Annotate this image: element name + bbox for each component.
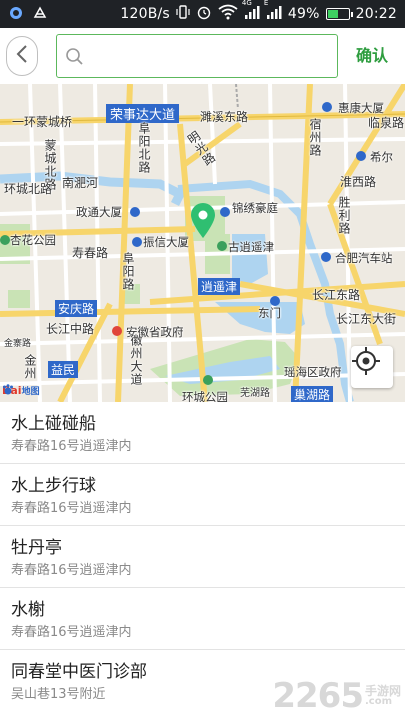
map-label: 芜湖路 (240, 388, 270, 399)
result-address: 寿春路16号逍遥津内 (11, 625, 132, 640)
status-right: 120B/s 4G E 49% 20:22 (120, 0, 397, 24)
result-address: 寿春路16号逍遥津内 (11, 439, 132, 454)
result-name: 牡丹亭 (11, 538, 62, 558)
map-label: 政通大厦 (76, 205, 122, 219)
watermark-en: .com (364, 696, 393, 707)
result-name: 水榭 (11, 600, 45, 620)
logo-text: 地图 (21, 387, 40, 397)
result-address: 吴山巷13号附近 (11, 687, 106, 702)
map-label: 宿州路 (308, 118, 322, 157)
vibrate-icon (176, 4, 190, 24)
map-label: 锦绣豪庭 (232, 201, 278, 215)
result-name: 水上步行球 (11, 476, 96, 496)
map-label: 临泉路 (368, 116, 405, 130)
watermark: 2265 手游网 .com (272, 676, 401, 716)
network-type-label: 4G (241, 0, 252, 7)
search-box[interactable] (56, 34, 338, 78)
map-label: 巢湖路 (291, 386, 334, 402)
poi-marker (203, 375, 213, 385)
map-label: 古逍遥津 (228, 240, 274, 254)
result-address: 寿春路16号逍遥津内 (11, 563, 132, 578)
map-label: 徽州大道 (129, 334, 143, 386)
net-speed: 120B/s (120, 6, 170, 22)
status-left (8, 5, 48, 25)
map-label: 淮西路 (340, 175, 377, 189)
battery-fill (327, 10, 338, 18)
map-label: 长江中路 (46, 322, 95, 336)
map-label: 一环蒙城桥 (12, 115, 73, 129)
poi-marker (220, 207, 230, 217)
chevron-left-icon (15, 44, 29, 68)
signal-icon: 4G (242, 0, 260, 24)
map-label: 阜阳北路 (137, 122, 151, 174)
map-label: 瑶海区政府 (284, 365, 342, 379)
map-label: 长江东大街 (336, 312, 397, 326)
battery-icon (325, 8, 353, 20)
search-icon (65, 47, 85, 71)
result-name: 水上碰碰船 (11, 414, 96, 434)
map-canvas (0, 84, 405, 402)
result-name: 同春堂中医门诊部 (11, 662, 147, 682)
battery-percent: 49% (287, 6, 320, 22)
map-view[interactable]: 一环蒙城桥 荣事达大道 濉溪东路 惠康大厦 临泉路 明光路 蒙城北路 阜阳北路 … (0, 84, 405, 402)
notification-icon (8, 5, 24, 25)
map-label: 荣事达大道 (106, 104, 180, 123)
map-label: 振信大厦 (143, 235, 189, 249)
poi-marker (130, 207, 140, 217)
watermark-sub: 手游网 .com (365, 685, 401, 707)
map-label: 环城公园 (182, 390, 228, 402)
network-type-label: E (263, 0, 269, 7)
locate-button[interactable] (351, 346, 393, 388)
map-label: 合肥汽车站 (335, 251, 393, 265)
app-icon (32, 5, 48, 25)
result-address: 寿春路16号逍遥津内 (11, 501, 132, 516)
app-root: 120B/s 4G E 49% 20:22 确认 一环蒙城桥 荣事达大道 濉溪东… (0, 0, 405, 720)
results-list: 水上碰碰船 寿春路16号逍遥津内 水上步行球 寿春路16号逍遥津内 牡丹亭 寿春… (0, 402, 405, 720)
map-label: 南淝河 (62, 176, 99, 190)
clock: 20:22 (355, 6, 397, 22)
poi-marker (0, 235, 10, 245)
map-label: 东门 (258, 306, 281, 320)
list-item[interactable]: 牡丹亭 寿春路16号逍遥津内 (0, 526, 405, 588)
poi-marker (132, 237, 142, 247)
map-label: 金州 (23, 354, 37, 380)
map-label: 金寨路 (4, 339, 32, 349)
alarm-icon (196, 4, 212, 24)
confirm-button[interactable]: 确认 (346, 42, 398, 70)
bus-station-icon (321, 252, 331, 262)
map-label: 濉溪东路 (200, 110, 249, 124)
watermark-number: 2265 (272, 676, 364, 716)
status-bar: 120B/s 4G E 49% 20:22 (0, 0, 405, 28)
poi-marker (270, 296, 280, 306)
map-label: 逍遥津 (198, 278, 241, 295)
search-header: 确认 (0, 28, 405, 84)
poi-marker (217, 241, 227, 251)
map-label: 希尔 (370, 150, 393, 164)
map-label: 阜阳路 (121, 252, 135, 291)
wifi-icon (218, 4, 238, 24)
map-label: 胜利路 (337, 196, 351, 235)
list-item[interactable]: 水上碰碰船 寿春路16号逍遥津内 (0, 402, 405, 464)
government-marker (112, 326, 122, 336)
list-item[interactable]: 水上步行球 寿春路16号逍遥津内 (0, 464, 405, 526)
poi-marker (322, 102, 332, 112)
map-logo: Bai 地图 (2, 384, 40, 397)
map-label: 杏花公园 (10, 233, 56, 247)
map-label: 安庆路 (55, 300, 98, 317)
poi-marker (356, 151, 366, 161)
map-label: 寿春路 (72, 246, 109, 260)
signal-icon: E (264, 0, 282, 24)
map-label: 环城北路 (4, 182, 53, 196)
back-button[interactable] (6, 36, 38, 76)
map-label: 长江东路 (312, 288, 361, 302)
map-label: 益民 (48, 361, 79, 378)
list-item[interactable]: 水榭 寿春路16号逍遥津内 (0, 588, 405, 650)
search-input[interactable] (91, 43, 331, 69)
